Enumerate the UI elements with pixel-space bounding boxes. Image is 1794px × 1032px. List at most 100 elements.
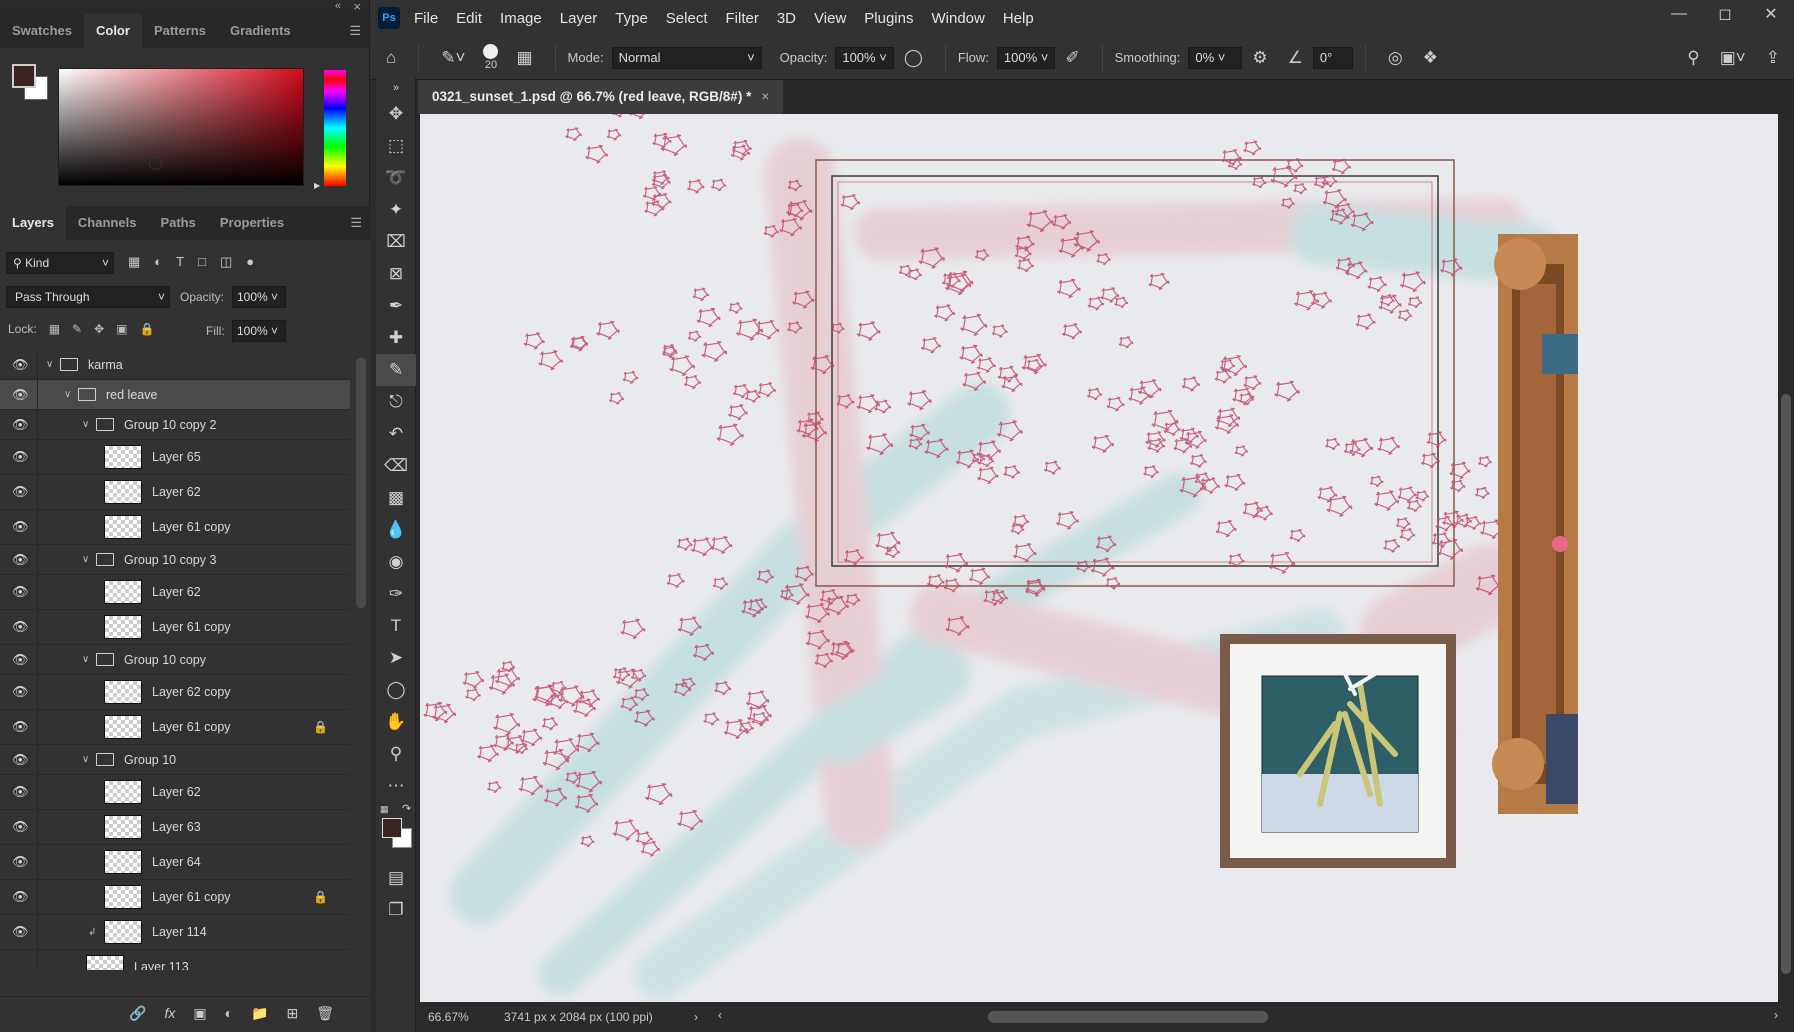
- eraser-tool-icon[interactable]: ⌫: [376, 450, 416, 482]
- menu-select[interactable]: Select: [666, 10, 708, 27]
- eye-icon[interactable]: 👁: [12, 552, 29, 568]
- blend-mode-select[interactable]: Pass Through ˅: [6, 286, 170, 308]
- layer-thumbnail[interactable]: [104, 680, 142, 704]
- canvas-vertical-scrollbar[interactable]: [1778, 114, 1794, 1002]
- minimize-icon[interactable]: —: [1656, 0, 1702, 28]
- layer-thumbnail[interactable]: [104, 580, 142, 604]
- foreground-color-swatch[interactable]: [12, 64, 36, 88]
- document-tab[interactable]: 0321_sunset_1.psd @ 66.7% (red leave, RG…: [418, 80, 784, 114]
- eye-icon[interactable]: 👁: [12, 889, 29, 905]
- layer-thumbnail[interactable]: [104, 615, 142, 639]
- menu-type[interactable]: Type: [615, 10, 648, 27]
- menu-file[interactable]: File: [414, 10, 438, 27]
- visibility-cell[interactable]: 👁: [0, 915, 38, 949]
- layer-list-scrollbar[interactable]: [356, 358, 366, 608]
- chevron-down-icon[interactable]: ∨: [82, 754, 89, 765]
- pixel-filter-icon[interactable]: ▦: [128, 254, 140, 270]
- chevron-down-icon[interactable]: ∨: [64, 389, 71, 400]
- menu-image[interactable]: Image: [500, 10, 542, 27]
- eyedropper-tool-icon[interactable]: ✒: [376, 290, 416, 322]
- layer-row[interactable]: 👁 Layer 62 copy: [0, 675, 350, 710]
- more-tools-icon[interactable]: ⋯: [376, 770, 416, 802]
- status-expand-icon[interactable]: ›: [694, 1010, 698, 1024]
- zoom-tool-icon[interactable]: ⚲: [376, 738, 416, 770]
- close-panel-icon[interactable]: ×: [353, 0, 361, 14]
- visibility-cell[interactable]: 👁: [0, 880, 38, 914]
- adjustment-filter-icon[interactable]: ◐: [154, 254, 162, 270]
- layer-thumbnail[interactable]: [104, 850, 142, 874]
- clone-stamp-tool-icon[interactable]: ⎋: [376, 386, 416, 418]
- eye-icon[interactable]: 👁: [12, 652, 29, 668]
- layer-thumbnail[interactable]: [104, 515, 142, 539]
- blur-tool-icon[interactable]: 💧: [376, 514, 416, 546]
- layer-row[interactable]: 👁 Layer 61 copy 🔒: [0, 710, 350, 745]
- pressure-size-icon[interactable]: ◎: [1388, 48, 1403, 68]
- lock-artboard-icon[interactable]: ▣: [116, 322, 127, 336]
- close-document-icon[interactable]: ×: [761, 89, 769, 104]
- lasso-tool-icon[interactable]: ➰: [376, 162, 416, 194]
- document-canvas[interactable]: [420, 114, 1778, 1002]
- filter-kind-select[interactable]: ⚲ Kind ˅: [6, 252, 114, 274]
- frame-tool-icon[interactable]: ⊠: [376, 258, 416, 290]
- panel-menu-icon[interactable]: ☰: [349, 23, 361, 39]
- menu-view[interactable]: View: [814, 10, 846, 27]
- layer-thumbnail[interactable]: [104, 885, 142, 909]
- layer-row[interactable]: 👁 Layer 61 copy: [0, 510, 350, 545]
- layer-thumbnail[interactable]: [104, 780, 142, 804]
- hand-tool-icon[interactable]: ✋: [376, 706, 416, 738]
- lock-transparency-icon[interactable]: ▦: [49, 322, 60, 336]
- visibility-cell[interactable]: 👁: [0, 545, 38, 574]
- visibility-cell[interactable]: 👁: [0, 610, 38, 644]
- lock-pixels-icon[interactable]: ✎: [72, 322, 82, 336]
- search-icon[interactable]: ⚲: [1687, 48, 1699, 68]
- dodge-tool-icon[interactable]: ◉: [376, 546, 416, 578]
- hue-slider-handle[interactable]: ▶: [314, 181, 320, 190]
- fill-field[interactable]: 100% ˅: [232, 320, 286, 342]
- color-picker-cursor[interactable]: [149, 157, 162, 170]
- delete-layer-icon[interactable]: 🗑: [316, 1005, 334, 1032]
- eye-icon[interactable]: 👁: [12, 719, 29, 735]
- layer-row[interactable]: 👁 Layer 61 copy 🔒: [0, 880, 350, 915]
- eye-icon[interactable]: 👁: [12, 449, 29, 465]
- eye-icon[interactable]: 👁: [12, 387, 29, 403]
- chevron-down-icon[interactable]: ∨: [82, 654, 89, 665]
- smoothing-field[interactable]: 0% ˅: [1188, 46, 1243, 69]
- type-tool-icon[interactable]: T: [376, 610, 416, 642]
- layer-row[interactable]: Layer 113: [0, 950, 350, 970]
- mode-select[interactable]: Normal ˅: [611, 46, 762, 69]
- layer-row[interactable]: 👁 Layer 64: [0, 845, 350, 880]
- close-icon[interactable]: ✕: [1748, 0, 1794, 28]
- flow-field[interactable]: 100% ˅: [996, 46, 1056, 69]
- visibility-cell[interactable]: 👁: [0, 810, 38, 844]
- layer-row[interactable]: 👁 Layer 62: [0, 575, 350, 610]
- layer-group-row[interactable]: 👁 ∨ Group 10 copy 2: [0, 410, 350, 440]
- layer-thumbnail[interactable]: [104, 480, 142, 504]
- visibility-cell[interactable]: 👁: [0, 845, 38, 879]
- maximize-icon[interactable]: ◻: [1702, 0, 1748, 28]
- adjustment-layer-icon[interactable]: ◐: [225, 1005, 233, 1032]
- eye-icon[interactable]: 👁: [12, 619, 29, 635]
- toolbar-collapse-icon[interactable]: »: [376, 78, 416, 98]
- brush-size-picker[interactable]: 20: [483, 44, 499, 71]
- home-icon[interactable]: ⌂: [386, 48, 396, 68]
- lock-all-icon[interactable]: 🔒: [140, 322, 155, 336]
- path-selection-tool-icon[interactable]: ➤: [376, 642, 416, 674]
- hue-slider[interactable]: [324, 70, 346, 186]
- eye-icon[interactable]: 👁: [12, 752, 29, 768]
- visibility-cell[interactable]: 👁: [0, 675, 38, 709]
- history-brush-tool-icon[interactable]: ↶: [376, 418, 416, 450]
- menu-window[interactable]: Window: [931, 10, 984, 27]
- brush-tool-icon[interactable]: ✎: [376, 354, 416, 386]
- add-mask-icon[interactable]: ▣: [193, 1005, 206, 1032]
- smart-object-filter-icon[interactable]: ◫: [220, 254, 232, 270]
- canvas-horizontal-scrollbar[interactable]: ‹ ›: [718, 1008, 1778, 1024]
- visibility-cell[interactable]: 👁: [0, 380, 38, 409]
- eye-icon[interactable]: 👁: [12, 357, 29, 373]
- layer-thumbnail[interactable]: [104, 815, 142, 839]
- new-group-icon[interactable]: 📁: [251, 1005, 268, 1032]
- quick-mask-icon[interactable]: ▤: [376, 862, 416, 894]
- layer-thumbnail[interactable]: [104, 445, 142, 469]
- gradient-tool-icon[interactable]: ▩: [376, 482, 416, 514]
- opacity-field[interactable]: 100% ˅: [835, 46, 894, 69]
- chevron-down-icon[interactable]: ∨: [46, 359, 53, 370]
